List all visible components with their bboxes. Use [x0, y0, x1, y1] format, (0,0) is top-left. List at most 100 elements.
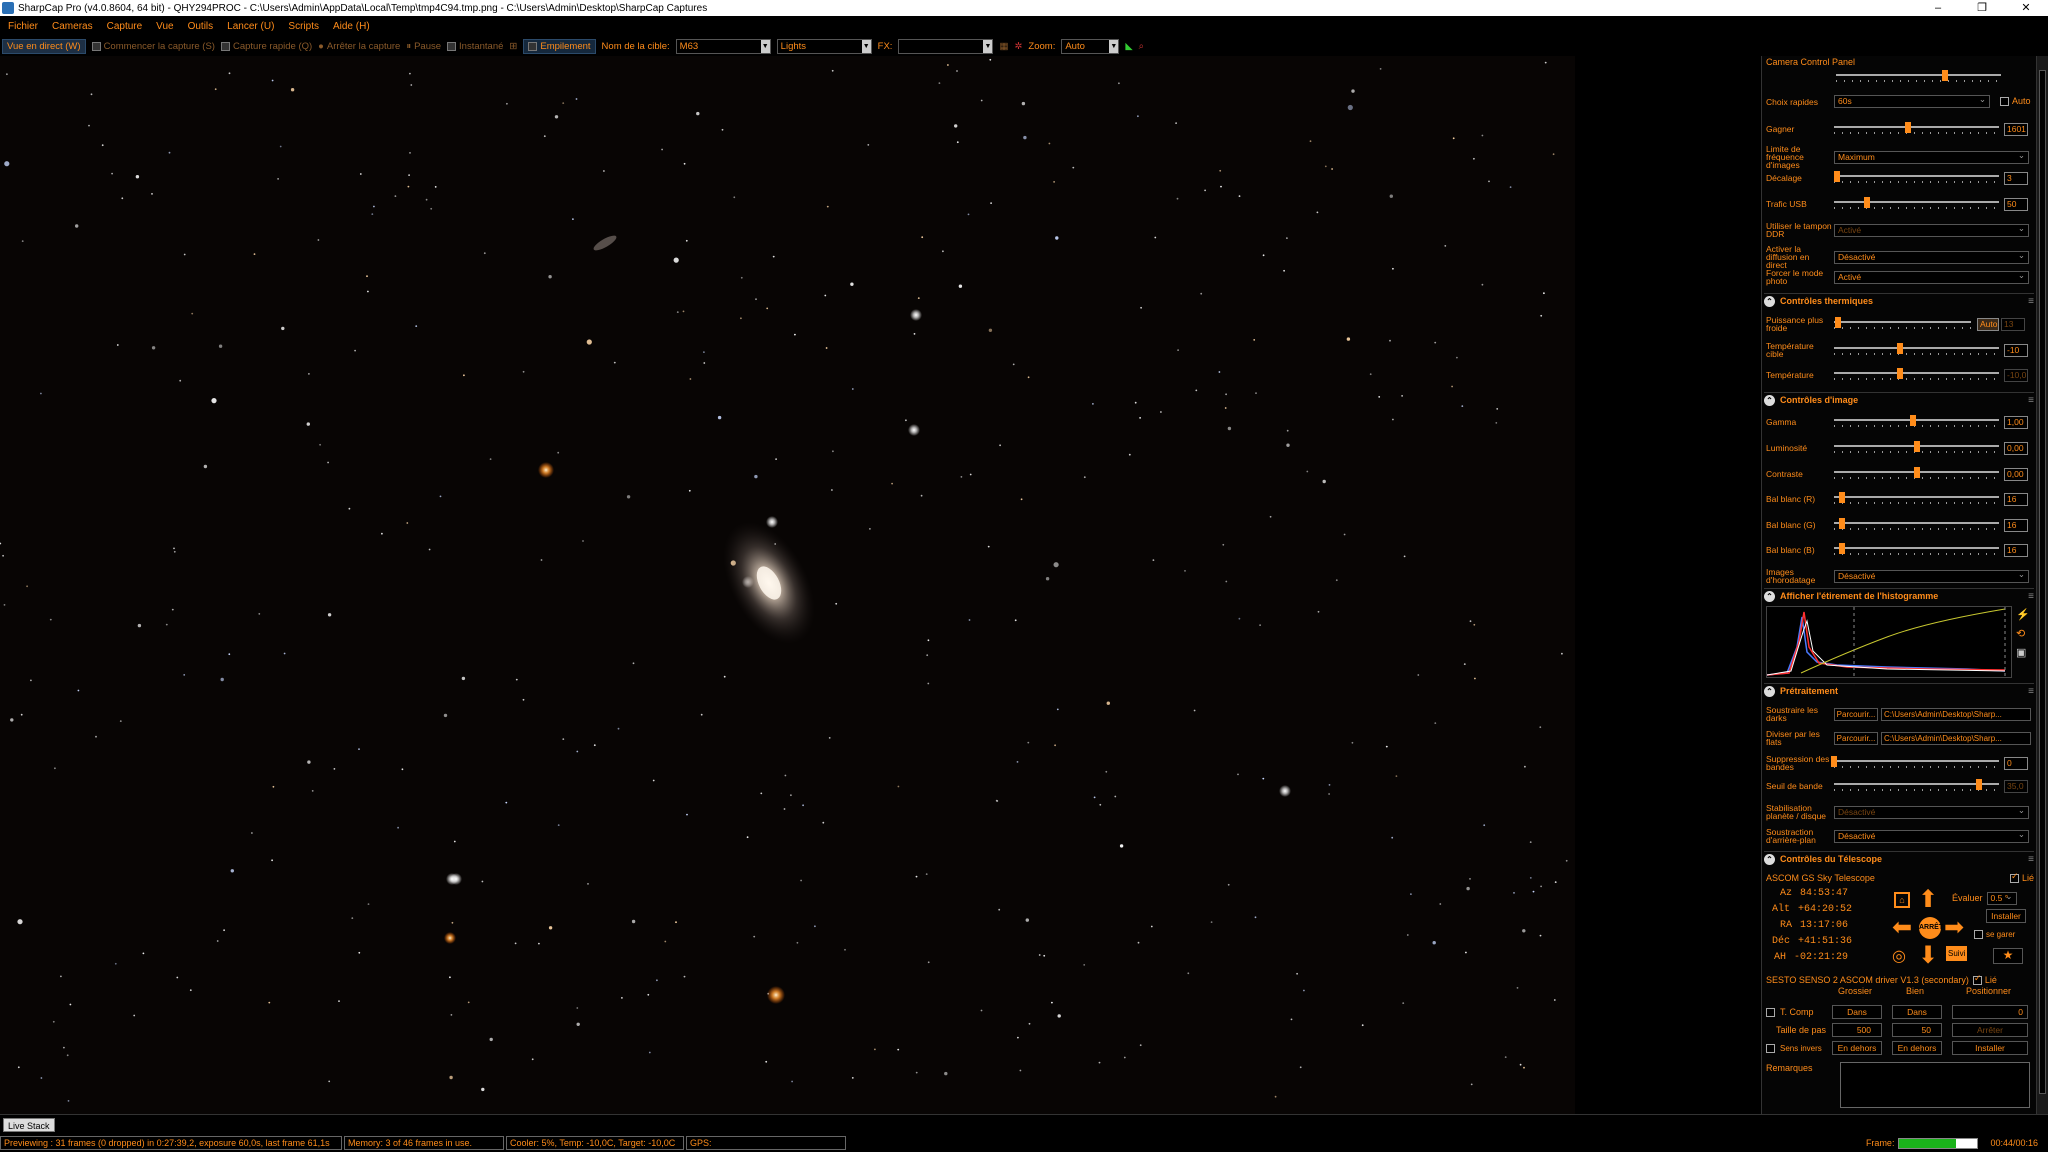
menu-capture[interactable]: Capture: [107, 21, 143, 32]
menu-icon[interactable]: ≡: [2028, 854, 2034, 865]
menu-icon[interactable]: ≡: [2028, 395, 2034, 406]
cooler-auto-button[interactable]: Auto: [1977, 317, 1999, 331]
minimize-button[interactable]: –: [1916, 0, 1960, 16]
fine-step-input[interactable]: 50: [1892, 1023, 1942, 1037]
menu-lancer[interactable]: Lancer (U): [227, 21, 274, 32]
darks-browse-button[interactable]: Parcourir...: [1834, 707, 1878, 721]
quick-capture-button[interactable]: Capture rapide (Q): [220, 41, 312, 52]
flats-browse-button[interactable]: Parcourir...: [1834, 731, 1878, 745]
close-button[interactable]: ✕: [2004, 0, 2048, 16]
chevron-up-icon[interactable]: ⌃: [1764, 685, 1775, 697]
quick-choice-select[interactable]: 60s: [1834, 94, 1990, 108]
coarse-out-button[interactable]: En dehors: [1832, 1041, 1882, 1055]
auto-checkbox[interactable]: [2000, 97, 2009, 106]
timestamp-select[interactable]: Désactivé: [1834, 569, 2029, 583]
exposure-slider[interactable]: [1836, 70, 2001, 84]
maximize-button[interactable]: ❐: [1960, 0, 2004, 16]
target-name-field[interactable]: M63 ▼: [675, 38, 771, 54]
wb-green-value[interactable]: 16: [2004, 518, 2028, 532]
offset-value[interactable]: 3: [2004, 171, 2028, 185]
reverse-checkbox[interactable]: [1766, 1044, 1775, 1053]
chevron-up-icon[interactable]: ⌃: [1764, 853, 1775, 865]
darks-path-select[interactable]: C:\Users\Admin\Desktop\Sharp...: [1881, 707, 2031, 721]
brightness-slider[interactable]: [1834, 441, 1999, 455]
chevron-down-icon[interactable]: ▼: [760, 39, 770, 53]
histogram-icon[interactable]: ◣: [1125, 41, 1132, 52]
fine-in-button[interactable]: Dans: [1892, 1005, 1942, 1019]
menu-cameras[interactable]: Cameras: [52, 21, 93, 32]
wb-red-slider[interactable]: [1834, 492, 1999, 506]
wb-blue-value[interactable]: 16: [2004, 543, 2028, 557]
stop-capture-button[interactable]: ● Arrêter la capture: [318, 41, 400, 52]
chevron-down-icon[interactable]: ▼: [1109, 39, 1119, 53]
histogram-header[interactable]: ⌃ Afficher l'étirement de l'histogramme ≡: [1764, 588, 2034, 603]
target-temp-slider[interactable]: [1834, 343, 1999, 357]
offset-slider[interactable]: [1834, 171, 1999, 185]
zoom-select[interactable]: Auto ▼: [1061, 38, 1120, 54]
image-controls-header[interactable]: ⌃ Contrôles d'image ≡: [1764, 392, 2034, 407]
target-icon[interactable]: ◎: [1892, 946, 1906, 966]
chevron-down-icon[interactable]: ▼: [861, 39, 871, 53]
arrow-right-icon[interactable]: ➡: [1944, 916, 1964, 940]
stabilization-select[interactable]: Désactivé: [1834, 805, 2029, 819]
menu-aide[interactable]: Aide (H): [333, 21, 370, 32]
frame-type-select[interactable]: Lights ▼: [776, 38, 872, 54]
gain-value[interactable]: 1601: [2004, 122, 2028, 136]
home-icon[interactable]: ⌂: [1894, 892, 1910, 908]
banding-value[interactable]: 0: [2004, 756, 2028, 770]
brightness-value[interactable]: 0,00: [2004, 441, 2028, 455]
usb-traffic-slider[interactable]: [1834, 197, 1999, 211]
grid-icon[interactable]: ▦: [999, 41, 1008, 52]
arrow-left-icon[interactable]: ⬅: [1892, 916, 1912, 940]
wb-red-value[interactable]: 16: [2004, 492, 2028, 506]
scrollbar-thumb[interactable]: [2039, 70, 2046, 1094]
live-stack-tab[interactable]: Live Stack: [3, 1118, 55, 1132]
chevron-up-icon[interactable]: ⌃: [1764, 295, 1775, 307]
magnifier-icon[interactable]: ⌕: [1139, 41, 1144, 52]
coarse-step-input[interactable]: 500: [1832, 1023, 1882, 1037]
chevron-up-icon[interactable]: ⌃: [1764, 394, 1775, 406]
telescope-linked-checkbox[interactable]: [2009, 872, 2019, 883]
wb-green-slider[interactable]: [1834, 518, 1999, 532]
contrast-slider[interactable]: [1834, 467, 1999, 481]
chevron-up-icon[interactable]: ⌃: [1764, 590, 1775, 602]
menu-icon[interactable]: ≡: [2028, 686, 2034, 697]
gamma-slider[interactable]: [1834, 415, 1999, 429]
image-viewer[interactable]: [0, 56, 1575, 1114]
position-input[interactable]: 0: [1952, 1005, 2028, 1019]
menu-vue[interactable]: Vue: [156, 21, 173, 32]
snapshot-button[interactable]: Instantané: [447, 41, 503, 52]
focuser-linked-checkbox[interactable]: [1972, 974, 1982, 985]
chevron-down-icon[interactable]: ▼: [983, 39, 993, 53]
fps-limit-select[interactable]: Maximum: [1834, 150, 2029, 164]
cooler-power-slider[interactable]: [1834, 317, 1971, 331]
fine-out-button[interactable]: En dehors: [1892, 1041, 1942, 1055]
arrow-up-icon[interactable]: ⬆: [1918, 888, 1938, 912]
panel-scrollbar[interactable]: [2036, 56, 2048, 1114]
stacking-button[interactable]: Empilement: [523, 38, 596, 54]
preprocessing-header[interactable]: ⌃ Prétraitement ≡: [1764, 683, 2034, 698]
usb-traffic-value[interactable]: 50: [2004, 197, 2028, 211]
bg-subtraction-select[interactable]: Désactivé: [1834, 829, 2029, 843]
menu-icon[interactable]: ≡: [2028, 591, 2034, 602]
reticle-icon[interactable]: ⊞: [509, 41, 517, 52]
focuser-stop-button[interactable]: Arrêter: [1952, 1023, 2028, 1037]
banding-slider[interactable]: [1831, 756, 1999, 770]
menu-fichier[interactable]: Fichier: [8, 21, 38, 32]
reset-icon[interactable]: ⟲: [2016, 627, 2032, 640]
menu-scripts[interactable]: Scripts: [288, 21, 319, 32]
live-stream-select[interactable]: Désactivé: [1834, 250, 2029, 264]
stop-slew-button[interactable]: ARRÊT: [1919, 917, 1943, 939]
target-temp-value[interactable]: -10: [2004, 343, 2028, 357]
tcomp-checkbox[interactable]: [1766, 1008, 1775, 1017]
ddr-buffer-select[interactable]: Activé: [1834, 223, 2029, 237]
coarse-in-button[interactable]: Dans: [1832, 1005, 1882, 1019]
crosshair-icon[interactable]: ✲: [1014, 41, 1022, 52]
flats-path-select[interactable]: C:\Users\Admin\Desktop\Sharp...: [1881, 731, 2031, 745]
telescope-setup-button[interactable]: Installer: [1986, 909, 2026, 923]
focuser-setup-button[interactable]: Installer: [1952, 1041, 2028, 1055]
gain-slider[interactable]: [1834, 122, 1999, 136]
menu-icon[interactable]: ≡: [2028, 296, 2034, 307]
fx-select[interactable]: ▼: [898, 38, 994, 54]
gamma-value[interactable]: 1,00: [2004, 415, 2028, 429]
